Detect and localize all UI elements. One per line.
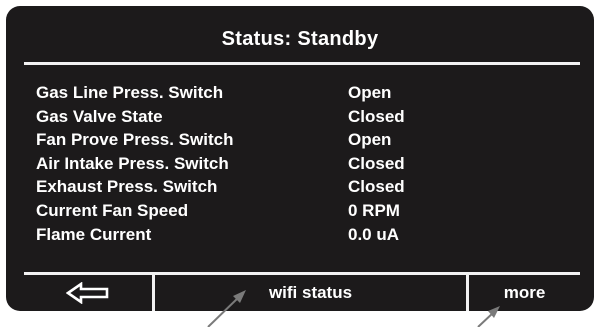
status-value: Open <box>348 83 392 102</box>
status-label: Current Fan Speed <box>36 200 189 220</box>
status-row-gas-valve-state: Gas Valve State Closed <box>36 105 576 129</box>
status-label: Gas Valve State <box>36 106 163 126</box>
header-divider <box>24 62 580 65</box>
status-value: Closed <box>348 177 405 197</box>
status-row-fan-prove-switch: Fan Prove Press. Switch Open <box>36 128 576 152</box>
status-row-air-intake-switch: Air Intake Press. Switch Closed <box>36 152 576 176</box>
status-value: Closed <box>348 153 405 173</box>
wifi-status-label: wifi status <box>268 283 353 302</box>
status-label: Fan Prove Press. Switch <box>36 130 234 150</box>
wifi-status-button[interactable]: wifi status <box>155 275 466 311</box>
back-button[interactable] <box>24 275 152 311</box>
back-arrow-icon <box>66 282 109 304</box>
more-label: more <box>503 283 546 302</box>
page-title: Status: Standby <box>221 28 379 50</box>
status-row-fan-speed: Current Fan Speed 0 RPM <box>36 199 576 223</box>
status-screen: Status: Standby Gas Line Press. Switch O… <box>6 6 594 311</box>
more-button[interactable]: more <box>469 275 580 311</box>
status-value: Closed <box>348 106 405 126</box>
status-row-exhaust-switch: Exhaust Press. Switch Closed <box>36 175 576 199</box>
status-list: Gas Line Press. Switch Open Gas Valve St… <box>36 81 576 246</box>
status-row-gas-line-switch: Gas Line Press. Switch Open <box>36 81 576 105</box>
status-value: 0 RPM <box>348 200 400 220</box>
status-row-flame-current: Flame Current 0.0 uA <box>36 223 576 247</box>
status-value: Open <box>348 130 392 150</box>
status-label: Exhaust Press. Switch <box>36 177 218 197</box>
status-label: Air Intake Press. Switch <box>36 153 229 173</box>
status-value: 0.0 uA <box>348 224 400 244</box>
status-label: Flame Current <box>36 224 152 244</box>
status-label: Gas Line Press. Switch <box>36 83 224 102</box>
footer-bar: wifi status more <box>6 275 594 311</box>
